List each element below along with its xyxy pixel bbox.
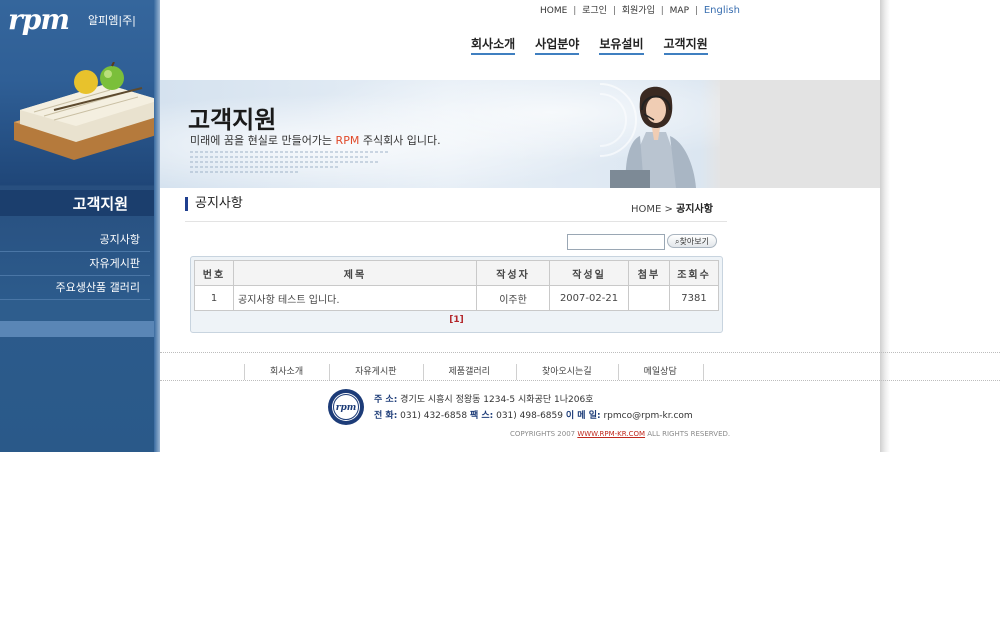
footer-link-directions[interactable]: 찾아오시는길 bbox=[515, 364, 618, 380]
search-input[interactable] bbox=[567, 234, 665, 250]
row-views: 7381 bbox=[669, 285, 719, 311]
phone-label: 전 화: bbox=[374, 411, 398, 421]
page: rpm 알피엠|주| 고객지원 공지사항 자유게시판 주요생산품 갤러리 HOM… bbox=[0, 0, 1000, 452]
banner-fine-lines bbox=[190, 149, 390, 181]
banner-subtitle-rpm: RPM bbox=[335, 134, 360, 147]
column-header-attach: 첨부 bbox=[628, 260, 670, 286]
copyright-pre: COPYRIGHTS 2007 bbox=[510, 430, 578, 438]
row-date: 2007-02-21 bbox=[549, 285, 629, 311]
banner-title: 고객지원 bbox=[188, 106, 277, 134]
breadcrumb-separator: > bbox=[664, 204, 673, 215]
books-apples-image bbox=[14, 62, 160, 160]
rpm-seal-logo: rpm bbox=[328, 389, 364, 425]
footer-address-line: 주 소: 경기도 시흥시 정왕동 1234-5 시화공단 1나206호 bbox=[374, 392, 693, 408]
banner-subtitle-pre: 미래에 꿈을 현실로 만들어가는 bbox=[190, 134, 336, 147]
home-link[interactable]: HOME bbox=[540, 6, 567, 16]
logo-wordmark: rpm bbox=[8, 3, 70, 36]
utility-nav: HOME | 로그인 | 회원가입 | MAP | English bbox=[540, 3, 740, 16]
row-attach bbox=[628, 285, 670, 311]
sidebar-title: 고객지원 bbox=[72, 195, 128, 213]
login-link[interactable]: 로그인 bbox=[582, 6, 607, 16]
left-sidebar: rpm 알피엠|주| 고객지원 공지사항 자유게시판 주요생산품 갤러리 bbox=[0, 0, 160, 452]
separator: | bbox=[573, 6, 577, 16]
separator: | bbox=[612, 6, 616, 16]
email-value[interactable]: rpmco@rpm-kr.com bbox=[603, 411, 692, 421]
address-value: 경기도 시흥시 정왕동 1234-5 시화공단 1나206호 bbox=[400, 395, 594, 405]
nav-business[interactable]: 사업분야 bbox=[535, 35, 580, 55]
row-subject-link[interactable]: 공지사항 테스트 입니다. bbox=[233, 285, 477, 311]
fax-value: 031) 498-6859 bbox=[496, 411, 563, 421]
column-header-author: 작성자 bbox=[476, 260, 550, 286]
footer-link-gallery[interactable]: 제품갤러리 bbox=[422, 364, 516, 380]
address-label: 주 소: bbox=[374, 395, 398, 405]
row-no: 1 bbox=[194, 285, 234, 311]
column-header-no: 번호 bbox=[194, 260, 234, 286]
board-container: 번호 제목 작성자 작성일 첨부 조회수 1 공지사항 테스트 입니다. 이주한… bbox=[190, 256, 723, 333]
main-nav: 회사소개 사업분야 보유설비 고객지원 bbox=[471, 33, 728, 55]
logo-company-name: 알피엠|주| bbox=[88, 14, 136, 27]
banner-grey-area bbox=[720, 80, 880, 188]
page-link-1[interactable]: [1] bbox=[449, 315, 464, 325]
copyright-post: ALL RIGHTS RESERVED. bbox=[645, 430, 731, 438]
fax-label: 팩 스: bbox=[469, 411, 494, 421]
table-header-row: 번호 제목 작성자 작성일 첨부 조회수 bbox=[194, 260, 719, 286]
banner-subtitle-post: 주식회사 입니다. bbox=[359, 134, 441, 147]
board-table: 번호 제목 작성자 작성일 첨부 조회수 1 공지사항 테스트 입니다. 이주한… bbox=[194, 260, 719, 311]
sidebar-item-notice[interactable]: 공지사항 bbox=[0, 228, 150, 252]
sidebar-menu: 공지사항 자유게시판 주요생산품 갤러리 bbox=[0, 228, 150, 300]
footer-link-freeboard[interactable]: 자유게시판 bbox=[329, 364, 422, 380]
nav-support[interactable]: 고객지원 bbox=[663, 35, 708, 55]
column-header-subject: 제목 bbox=[233, 260, 477, 286]
copyright-site-link[interactable]: WWW.RPM-KR.COM bbox=[577, 430, 645, 438]
footer-link-company[interactable]: 회사소개 bbox=[244, 364, 329, 380]
sidebar-title-bar: 고객지원 bbox=[0, 190, 154, 216]
sidebar-divider bbox=[0, 300, 154, 321]
footer-logo-text: rpm bbox=[336, 403, 357, 413]
banner-fine-print-decoration bbox=[190, 151, 390, 173]
table-row[interactable]: 1 공지사항 테스트 입니다. 이주한 2007-02-21 7381 bbox=[194, 285, 719, 311]
footer-contact-info: 주 소: 경기도 시흥시 정왕동 1234-5 시화공단 1나206호 전 화:… bbox=[374, 392, 693, 424]
footer-nav: 회사소개 자유게시판 제품갤러리 찾아오시는길 메일상담 bbox=[244, 359, 704, 380]
breadcrumb-home[interactable]: HOME bbox=[631, 204, 661, 215]
banner: 고객지원 미래에 꿈을 현실로 만들어가는 RPM 주식회사 입니다. bbox=[160, 80, 880, 188]
column-header-views: 조회수 bbox=[669, 260, 719, 286]
sidebar-strip bbox=[0, 321, 154, 337]
search-button-label: 찾아보기 bbox=[679, 237, 709, 246]
search-button[interactable]: ⌕찾아보기 bbox=[667, 234, 717, 248]
join-link[interactable]: 회원가입 bbox=[622, 6, 655, 16]
page-title: 공지사항 bbox=[185, 197, 243, 211]
nav-facilities[interactable]: 보유설비 bbox=[599, 35, 644, 55]
email-label: 이 메 일: bbox=[565, 411, 601, 421]
separator: | bbox=[660, 6, 664, 16]
right-shadow bbox=[880, 0, 890, 452]
sidebar-item-freeboard[interactable]: 자유게시판 bbox=[0, 252, 150, 276]
breadcrumb: HOME > 공지사항 bbox=[631, 200, 713, 215]
support-woman-image bbox=[600, 83, 696, 188]
row-author: 이주한 bbox=[476, 285, 550, 311]
footer-divider-bottom bbox=[160, 380, 1000, 381]
footer-phone-line: 전 화: 031) 432-6858 팩 스: 031) 498-6859 이 … bbox=[374, 408, 693, 424]
column-header-date: 작성일 bbox=[549, 260, 629, 286]
footer-divider-top bbox=[160, 352, 1000, 353]
banner-subtitle: 미래에 꿈을 현실로 만들어가는 RPM 주식회사 입니다. bbox=[190, 132, 441, 148]
phone-value: 031) 432-6858 bbox=[400, 411, 468, 421]
sidebar-item-gallery[interactable]: 주요생산품 갤러리 bbox=[0, 276, 150, 300]
pagination: [1] bbox=[191, 315, 722, 325]
footer-link-mail[interactable]: 메일상담 bbox=[617, 364, 704, 380]
separator: | bbox=[694, 6, 698, 16]
breadcrumb-current: 공지사항 bbox=[676, 204, 713, 215]
copyright: COPYRIGHTS 2007 WWW.RPM-KR.COM ALL RIGHT… bbox=[510, 430, 730, 438]
map-link[interactable]: MAP bbox=[670, 6, 689, 16]
english-link[interactable]: English bbox=[704, 5, 740, 16]
nav-company[interactable]: 회사소개 bbox=[471, 35, 516, 55]
divider bbox=[185, 221, 727, 222]
